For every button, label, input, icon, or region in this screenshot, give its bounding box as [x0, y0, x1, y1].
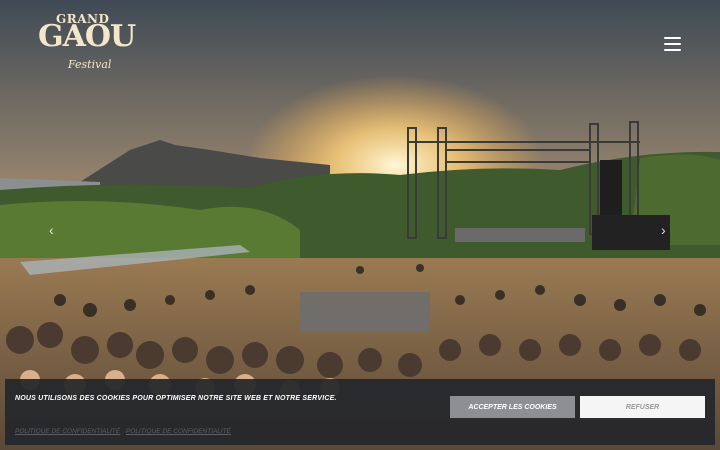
cookie-banner: Nous utilisons des cookies pour optimise…	[5, 379, 715, 445]
chevron-right-icon[interactable]: ›	[661, 222, 666, 238]
accept-cookies-button[interactable]: Accepter les cookies	[450, 396, 575, 418]
hamburger-menu-button[interactable]	[664, 37, 681, 51]
logo-festival-text: Festival	[68, 58, 112, 71]
cookie-links: Politique de confidentialité Politique d…	[15, 428, 235, 435]
hamburger-icon	[664, 37, 681, 39]
hamburger-icon-line	[664, 49, 681, 51]
refuse-cookies-button[interactable]: Refuser	[580, 396, 705, 418]
cookie-message: Nous utilisons des cookies pour optimise…	[15, 395, 337, 402]
privacy-policy-link[interactable]: Politique de confidentialité	[15, 428, 120, 435]
logo-gaou-text: GAOU	[38, 19, 136, 54]
chevron-left-icon[interactable]: ‹	[49, 222, 54, 238]
grand-gaou-logo[interactable]: GRAND GAOU Festival	[38, 12, 136, 78]
privacy-policy-link[interactable]: Politique de confidentialité	[126, 428, 231, 435]
hamburger-icon-line	[664, 43, 681, 45]
